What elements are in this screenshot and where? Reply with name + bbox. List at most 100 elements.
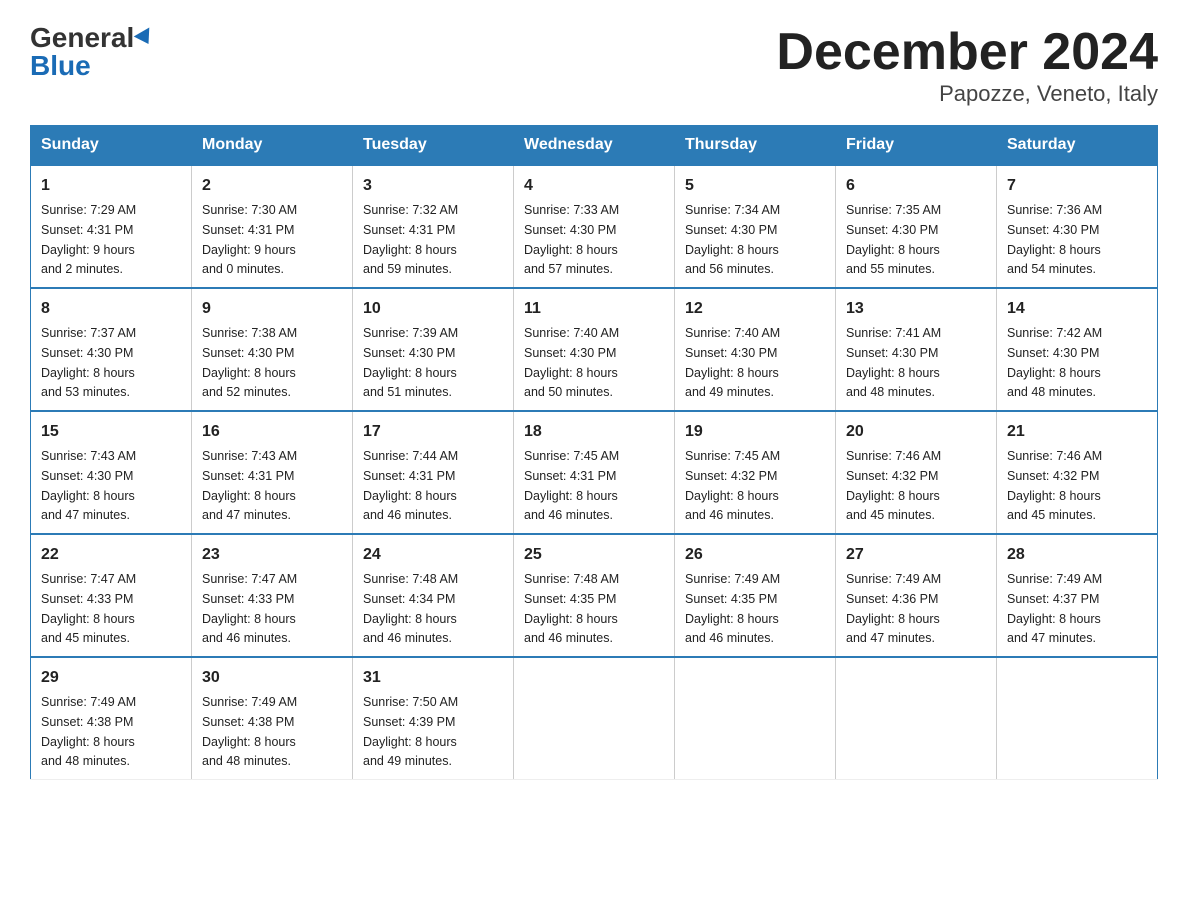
day-number: 11 [524,297,664,321]
day-number: 1 [41,174,181,198]
table-row: 12 Sunrise: 7:40 AMSunset: 4:30 PMDaylig… [675,288,836,411]
table-row: 25 Sunrise: 7:48 AMSunset: 4:35 PMDaylig… [514,534,675,657]
day-info: Sunrise: 7:37 AMSunset: 4:30 PMDaylight:… [41,326,136,399]
calendar-week-row: 8 Sunrise: 7:37 AMSunset: 4:30 PMDayligh… [31,288,1158,411]
day-number: 17 [363,420,503,444]
table-row: 8 Sunrise: 7:37 AMSunset: 4:30 PMDayligh… [31,288,192,411]
day-info: Sunrise: 7:46 AMSunset: 4:32 PMDaylight:… [846,449,941,522]
col-friday: Friday [836,126,997,166]
day-info: Sunrise: 7:49 AMSunset: 4:36 PMDaylight:… [846,572,941,645]
table-row [836,657,997,780]
calendar-week-row: 22 Sunrise: 7:47 AMSunset: 4:33 PMDaylig… [31,534,1158,657]
table-row: 19 Sunrise: 7:45 AMSunset: 4:32 PMDaylig… [675,411,836,534]
table-row: 14 Sunrise: 7:42 AMSunset: 4:30 PMDaylig… [997,288,1158,411]
page-header: General Blue December 2024 Papozze, Vene… [30,24,1158,107]
day-number: 24 [363,543,503,567]
day-number: 26 [685,543,825,567]
table-row: 23 Sunrise: 7:47 AMSunset: 4:33 PMDaylig… [192,534,353,657]
day-info: Sunrise: 7:47 AMSunset: 4:33 PMDaylight:… [41,572,136,645]
day-number: 28 [1007,543,1147,567]
table-row: 11 Sunrise: 7:40 AMSunset: 4:30 PMDaylig… [514,288,675,411]
day-number: 25 [524,543,664,567]
table-row: 31 Sunrise: 7:50 AMSunset: 4:39 PMDaylig… [353,657,514,780]
day-number: 9 [202,297,342,321]
day-number: 7 [1007,174,1147,198]
day-number: 20 [846,420,986,444]
day-info: Sunrise: 7:35 AMSunset: 4:30 PMDaylight:… [846,203,941,276]
table-row: 4 Sunrise: 7:33 AMSunset: 4:30 PMDayligh… [514,165,675,288]
col-monday: Monday [192,126,353,166]
table-row: 20 Sunrise: 7:46 AMSunset: 4:32 PMDaylig… [836,411,997,534]
calendar-title: December 2024 [776,24,1158,81]
day-number: 16 [202,420,342,444]
table-row [514,657,675,780]
calendar-header-row: Sunday Monday Tuesday Wednesday Thursday… [31,126,1158,166]
day-number: 22 [41,543,181,567]
day-info: Sunrise: 7:30 AMSunset: 4:31 PMDaylight:… [202,203,297,276]
table-row: 24 Sunrise: 7:48 AMSunset: 4:34 PMDaylig… [353,534,514,657]
logo-general-text: General [30,22,154,53]
day-info: Sunrise: 7:38 AMSunset: 4:30 PMDaylight:… [202,326,297,399]
col-wednesday: Wednesday [514,126,675,166]
table-row: 28 Sunrise: 7:49 AMSunset: 4:37 PMDaylig… [997,534,1158,657]
day-info: Sunrise: 7:33 AMSunset: 4:30 PMDaylight:… [524,203,619,276]
table-row [675,657,836,780]
day-info: Sunrise: 7:50 AMSunset: 4:39 PMDaylight:… [363,695,458,768]
day-info: Sunrise: 7:49 AMSunset: 4:35 PMDaylight:… [685,572,780,645]
day-info: Sunrise: 7:40 AMSunset: 4:30 PMDaylight:… [685,326,780,399]
col-saturday: Saturday [997,126,1158,166]
logo-triangle-icon [134,27,157,48]
day-info: Sunrise: 7:45 AMSunset: 4:31 PMDaylight:… [524,449,619,522]
day-number: 3 [363,174,503,198]
calendar-week-row: 1 Sunrise: 7:29 AMSunset: 4:31 PMDayligh… [31,165,1158,288]
col-thursday: Thursday [675,126,836,166]
day-info: Sunrise: 7:48 AMSunset: 4:34 PMDaylight:… [363,572,458,645]
day-info: Sunrise: 7:39 AMSunset: 4:30 PMDaylight:… [363,326,458,399]
table-row: 2 Sunrise: 7:30 AMSunset: 4:31 PMDayligh… [192,165,353,288]
day-info: Sunrise: 7:41 AMSunset: 4:30 PMDaylight:… [846,326,941,399]
day-info: Sunrise: 7:44 AMSunset: 4:31 PMDaylight:… [363,449,458,522]
day-info: Sunrise: 7:42 AMSunset: 4:30 PMDaylight:… [1007,326,1102,399]
day-info: Sunrise: 7:40 AMSunset: 4:30 PMDaylight:… [524,326,619,399]
day-info: Sunrise: 7:49 AMSunset: 4:38 PMDaylight:… [202,695,297,768]
col-tuesday: Tuesday [353,126,514,166]
day-info: Sunrise: 7:34 AMSunset: 4:30 PMDaylight:… [685,203,780,276]
table-row: 3 Sunrise: 7:32 AMSunset: 4:31 PMDayligh… [353,165,514,288]
table-row: 10 Sunrise: 7:39 AMSunset: 4:30 PMDaylig… [353,288,514,411]
day-info: Sunrise: 7:48 AMSunset: 4:35 PMDaylight:… [524,572,619,645]
day-info: Sunrise: 7:36 AMSunset: 4:30 PMDaylight:… [1007,203,1102,276]
day-number: 31 [363,666,503,690]
day-info: Sunrise: 7:32 AMSunset: 4:31 PMDaylight:… [363,203,458,276]
table-row: 30 Sunrise: 7:49 AMSunset: 4:38 PMDaylig… [192,657,353,780]
logo-blue-text: Blue [30,52,91,80]
table-row: 21 Sunrise: 7:46 AMSunset: 4:32 PMDaylig… [997,411,1158,534]
table-row: 29 Sunrise: 7:49 AMSunset: 4:38 PMDaylig… [31,657,192,780]
table-row: 15 Sunrise: 7:43 AMSunset: 4:30 PMDaylig… [31,411,192,534]
day-info: Sunrise: 7:46 AMSunset: 4:32 PMDaylight:… [1007,449,1102,522]
day-number: 27 [846,543,986,567]
day-number: 15 [41,420,181,444]
table-row: 7 Sunrise: 7:36 AMSunset: 4:30 PMDayligh… [997,165,1158,288]
day-info: Sunrise: 7:29 AMSunset: 4:31 PMDaylight:… [41,203,136,276]
table-row: 18 Sunrise: 7:45 AMSunset: 4:31 PMDaylig… [514,411,675,534]
table-row: 16 Sunrise: 7:43 AMSunset: 4:31 PMDaylig… [192,411,353,534]
table-row [997,657,1158,780]
day-number: 19 [685,420,825,444]
day-info: Sunrise: 7:47 AMSunset: 4:33 PMDaylight:… [202,572,297,645]
table-row: 22 Sunrise: 7:47 AMSunset: 4:33 PMDaylig… [31,534,192,657]
day-number: 13 [846,297,986,321]
calendar-week-row: 15 Sunrise: 7:43 AMSunset: 4:30 PMDaylig… [31,411,1158,534]
day-number: 8 [41,297,181,321]
day-number: 18 [524,420,664,444]
day-number: 12 [685,297,825,321]
day-number: 6 [846,174,986,198]
col-sunday: Sunday [31,126,192,166]
title-block: December 2024 Papozze, Veneto, Italy [776,24,1158,107]
table-row: 13 Sunrise: 7:41 AMSunset: 4:30 PMDaylig… [836,288,997,411]
calendar-week-row: 29 Sunrise: 7:49 AMSunset: 4:38 PMDaylig… [31,657,1158,780]
day-info: Sunrise: 7:49 AMSunset: 4:38 PMDaylight:… [41,695,136,768]
day-number: 23 [202,543,342,567]
day-number: 5 [685,174,825,198]
day-number: 4 [524,174,664,198]
table-row: 6 Sunrise: 7:35 AMSunset: 4:30 PMDayligh… [836,165,997,288]
